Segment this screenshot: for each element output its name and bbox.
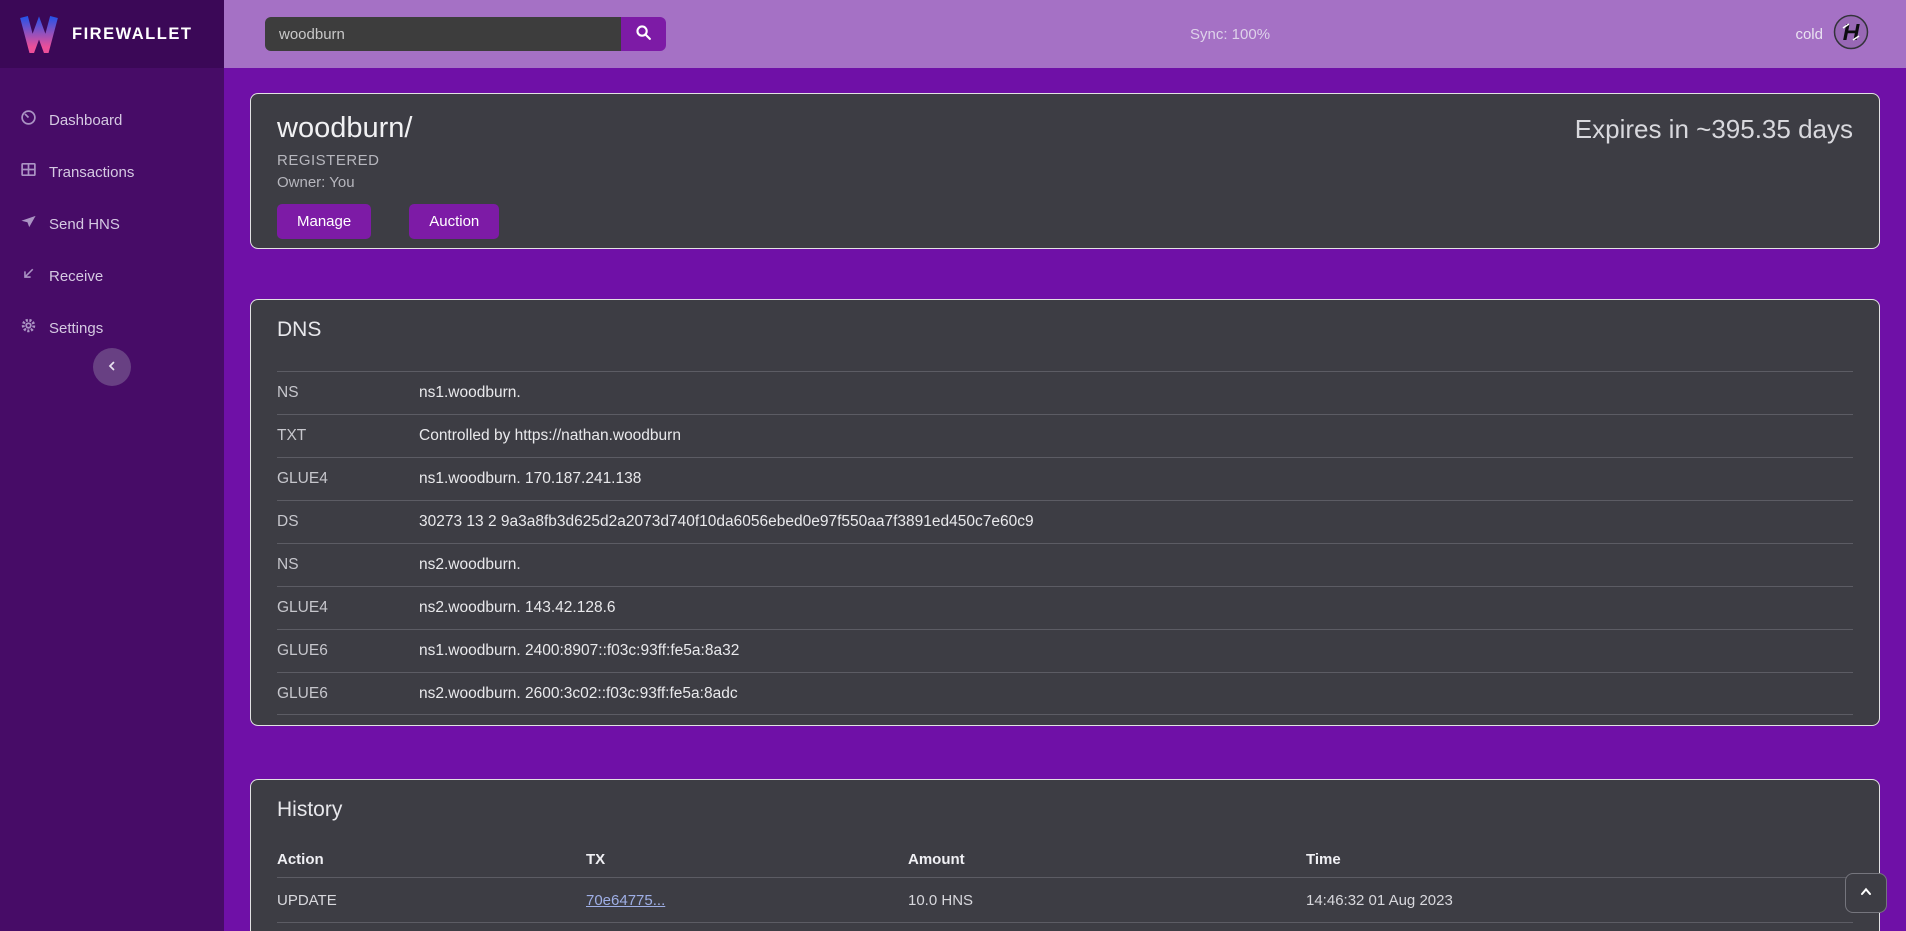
receive-arrow-icon [20, 265, 37, 287]
wallet-name: cold [1795, 26, 1823, 43]
dns-record-value: Controlled by https://nathan.woodburn [419, 427, 681, 445]
sidebar-item-label: Transactions [49, 164, 134, 181]
column-header-action: Action [277, 851, 586, 868]
dns-section-title: DNS [277, 318, 1853, 342]
auction-button[interactable]: Auction [409, 204, 499, 239]
topbar: Sync: 100% cold H [224, 0, 1906, 68]
dns-record-type: DS [277, 513, 419, 531]
chevron-up-icon [1858, 884, 1874, 903]
sidebar-item-label: Receive [49, 268, 103, 285]
dns-record-value: ns2.woodburn. 143.42.128.6 [419, 599, 616, 617]
dns-record-row: GLUE4 ns2.woodburn. 143.42.128.6 [277, 586, 1853, 629]
search-input[interactable] [265, 17, 621, 51]
dns-record-value: ns1.woodburn. [419, 384, 521, 402]
scroll-to-top-button[interactable] [1845, 873, 1887, 913]
dns-record-row: TXT Controlled by https://nathan.woodbur… [277, 414, 1853, 457]
sidebar-collapse-button[interactable] [93, 348, 131, 386]
sidebar-item-dashboard[interactable]: Dashboard [0, 94, 224, 146]
sidebar-item-settings[interactable]: Settings [0, 302, 224, 354]
wallet-indicator[interactable]: cold H [1795, 0, 1869, 68]
sidebar-item-label: Settings [49, 320, 103, 337]
manage-button[interactable]: Manage [277, 204, 371, 239]
gauge-icon [20, 109, 37, 131]
firewallet-logo-icon [18, 11, 60, 58]
search-button[interactable] [621, 17, 666, 51]
history-action: UPDATE [277, 892, 586, 909]
tx-link[interactable]: 70e64775... [586, 892, 908, 909]
svg-text:H: H [1843, 19, 1860, 45]
domain-expiry: Expires in ~395.35 days [1575, 114, 1853, 145]
history-section-title: History [277, 798, 1853, 822]
dns-record-type: GLUE6 [277, 642, 419, 660]
main-content: woodburn/ Expires in ~395.35 days REGIST… [224, 68, 1906, 931]
history-amount: 10.0 HNS [908, 923, 1306, 931]
domain-card: woodburn/ Expires in ~395.35 days REGIST… [250, 93, 1880, 249]
history-card: History Action TX Amount Time UPDATE 70e… [250, 779, 1880, 931]
sidebar-item-transactions[interactable]: Transactions [0, 146, 224, 198]
history-table: Action TX Amount Time UPDATE 70e64775...… [277, 842, 1853, 931]
domain-owner: Owner: You [277, 174, 1853, 191]
dns-record-value: ns1.woodburn. 170.187.241.138 [419, 470, 641, 488]
dns-record-row: DS 30273 13 2 9a3a8fb3d625d2a2073d740f10… [277, 500, 1853, 543]
dns-record-row: NS ns1.woodburn. [277, 371, 1853, 414]
history-row: RENEW d78e4c1... 10.0 HNS 15:47:36 07 Fe… [277, 923, 1853, 931]
column-header-amount: Amount [908, 851, 1306, 868]
domain-status: REGISTERED [277, 152, 1853, 169]
sidebar-item-receive[interactable]: Receive [0, 250, 224, 302]
dns-record-type: TXT [277, 427, 419, 445]
search-icon [635, 24, 652, 44]
sidebar-item-send-hns[interactable]: Send HNS [0, 198, 224, 250]
sync-status: Sync: 100% [1190, 0, 1270, 68]
column-header-time: Time [1306, 851, 1853, 868]
history-action: RENEW [277, 923, 586, 931]
chevron-left-icon [106, 360, 118, 375]
dns-record-type: GLUE4 [277, 470, 419, 488]
table-icon [20, 161, 37, 183]
dns-record-value: ns2.woodburn. 2600:3c02::f03c:93ff:fe5a:… [419, 685, 738, 703]
dns-record-value: ns1.woodburn. 2400:8907::f03c:93ff:fe5a:… [419, 642, 739, 660]
sidebar: FIREWALLET Dashboard Transactions [0, 0, 224, 931]
dns-record-type: NS [277, 384, 419, 402]
dns-record-row: NS ns2.woodburn. [277, 543, 1853, 586]
dns-record-row: GLUE6 ns1.woodburn. 2400:8907::f03c:93ff… [277, 629, 1853, 672]
dns-table: NS ns1.woodburn. TXT Controlled by https… [277, 371, 1853, 715]
sidebar-item-label: Dashboard [49, 112, 122, 129]
history-table-header: Action TX Amount Time [277, 842, 1853, 878]
dns-record-type: GLUE6 [277, 685, 419, 703]
dns-record-value: 30273 13 2 9a3a8fb3d625d2a2073d740f10da6… [419, 513, 1034, 531]
domain-title: woodburn/ [277, 112, 412, 145]
tx-link[interactable]: d78e4c1... [586, 923, 908, 931]
dns-record-type: NS [277, 556, 419, 574]
app-title: FIREWALLET [72, 25, 192, 44]
gear-icon [20, 317, 37, 339]
sidebar-header: FIREWALLET [0, 0, 224, 68]
dns-record-row: GLUE4 ns1.woodburn. 170.187.241.138 [277, 457, 1853, 500]
sidebar-item-label: Send HNS [49, 216, 120, 233]
sidebar-nav: Dashboard Transactions Send HNS [0, 68, 224, 354]
send-icon [20, 213, 37, 235]
history-row: UPDATE 70e64775... 10.0 HNS 14:46:32 01 … [277, 878, 1853, 923]
history-amount: 10.0 HNS [908, 892, 1306, 909]
history-time: 14:46:32 01 Aug 2023 [1306, 892, 1853, 909]
handshake-logo-icon: H [1833, 14, 1869, 55]
dns-record-value: ns2.woodburn. [419, 556, 521, 574]
search-bar [265, 17, 666, 51]
history-time: 15:47:36 07 Feb 2023 [1306, 923, 1853, 931]
dns-record-row: GLUE6 ns2.woodburn. 2600:3c02::f03c:93ff… [277, 672, 1853, 715]
column-header-tx: TX [586, 851, 908, 868]
dns-record-type: GLUE4 [277, 599, 419, 617]
dns-card: DNS NS ns1.woodburn. TXT Controlled by h… [250, 299, 1880, 726]
